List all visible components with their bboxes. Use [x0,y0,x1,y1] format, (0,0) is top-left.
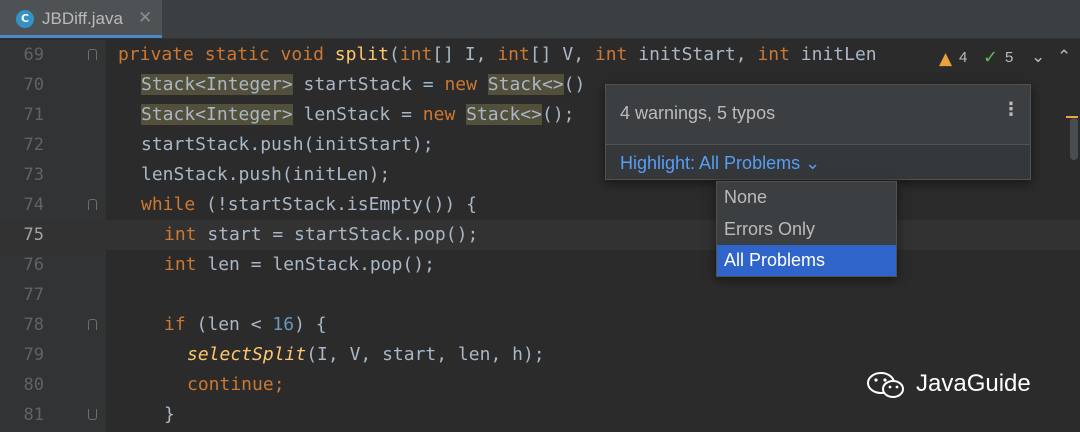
highlight-level-link[interactable]: Highlight: All Problems ⌄ [620,153,820,174]
line-number: 69 [23,45,44,65]
line-number: 76 [23,255,44,275]
fold-icon[interactable] [88,409,97,420]
previous-problem-icon[interactable]: ⌃ [1057,47,1071,67]
code-line: 81 } [0,400,1080,430]
inspection-popup: 4 warnings, 5 typos ⋮ Highlight: All Pro… [605,84,1031,180]
next-problem-icon[interactable]: ⌄ [1031,47,1045,67]
code-line-current: 75 int start = startStack.pop(); [0,220,1080,250]
code-text: selectSplit(I, V, start, len, h); [187,344,545,365]
close-icon[interactable]: ✕ [138,8,152,28]
code-text: int len = lenStack.pop(); [164,254,435,275]
code-text: while (!startStack.isEmpty()) { [141,194,477,215]
line-number: 80 [23,375,44,395]
line-number: 70 [23,75,44,95]
java-class-icon: C [16,10,34,28]
fold-icon[interactable] [88,319,97,330]
highlight-level-dropdown: None Errors Only All Problems [716,181,897,277]
fold-icon[interactable] [88,49,97,60]
line-number: 73 [23,165,44,185]
line-number: 75 [23,225,44,245]
warning-icon[interactable]: ▲ [939,49,952,69]
line-number: 71 [23,105,44,125]
option-errors-only[interactable]: Errors Only [717,214,896,245]
code-text: if (len < 16) { [164,314,327,335]
code-line: 79 selectSplit(I, V, start, len, h); [0,340,1080,370]
wechat-icon [867,372,904,398]
more-options-icon[interactable]: ⋮ [1002,99,1020,120]
code-line: 77 [0,280,1080,310]
code-line: 74 while (!startStack.isEmpty()) { [0,190,1080,220]
code-text: Stack<Integer> lenStack = new Stack<>(); [141,104,575,125]
code-text: Stack<Integer> startStack = new Stack<>(… [141,74,586,95]
fold-icon[interactable] [88,199,97,210]
tab-label: JBDiff.java [42,9,123,28]
watermark-text: JavaGuide [916,370,1031,397]
code-text: continue; [187,374,285,395]
code-line: 69 private static void split(int[] I, in… [0,40,1080,70]
code-text: private static void split(int[] I, int[]… [118,44,877,65]
line-number: 77 [23,285,44,305]
tab-jbdiff-java[interactable]: C JBDiff.java ✕ [0,0,162,38]
warning-count[interactable]: 4 [959,49,967,66]
line-number: 74 [23,195,44,215]
line-number: 81 [23,405,44,425]
line-number: 78 [23,315,44,335]
option-all-problems[interactable]: All Problems [717,245,896,276]
line-number: 72 [23,135,44,155]
vertical-scrollbar[interactable] [1070,118,1078,160]
code-text: } [164,404,175,425]
line-number: 79 [23,345,44,365]
code-text: int start = startStack.pop(); [164,224,479,245]
code-text: lenStack.push(initLen); [141,164,391,185]
typo-check-icon[interactable]: ✓ [983,47,998,68]
typo-count[interactable]: 5 [1005,49,1013,66]
editor-tab-bar: C JBDiff.java ✕ [0,0,1080,39]
code-line: 76 int len = lenStack.pop(); [0,250,1080,280]
code-line: 78 if (len < 16) { [0,310,1080,340]
code-text: startStack.push(initStart); [141,134,434,155]
problems-summary: 4 warnings, 5 typos [620,103,776,123]
option-none[interactable]: None [717,182,896,213]
